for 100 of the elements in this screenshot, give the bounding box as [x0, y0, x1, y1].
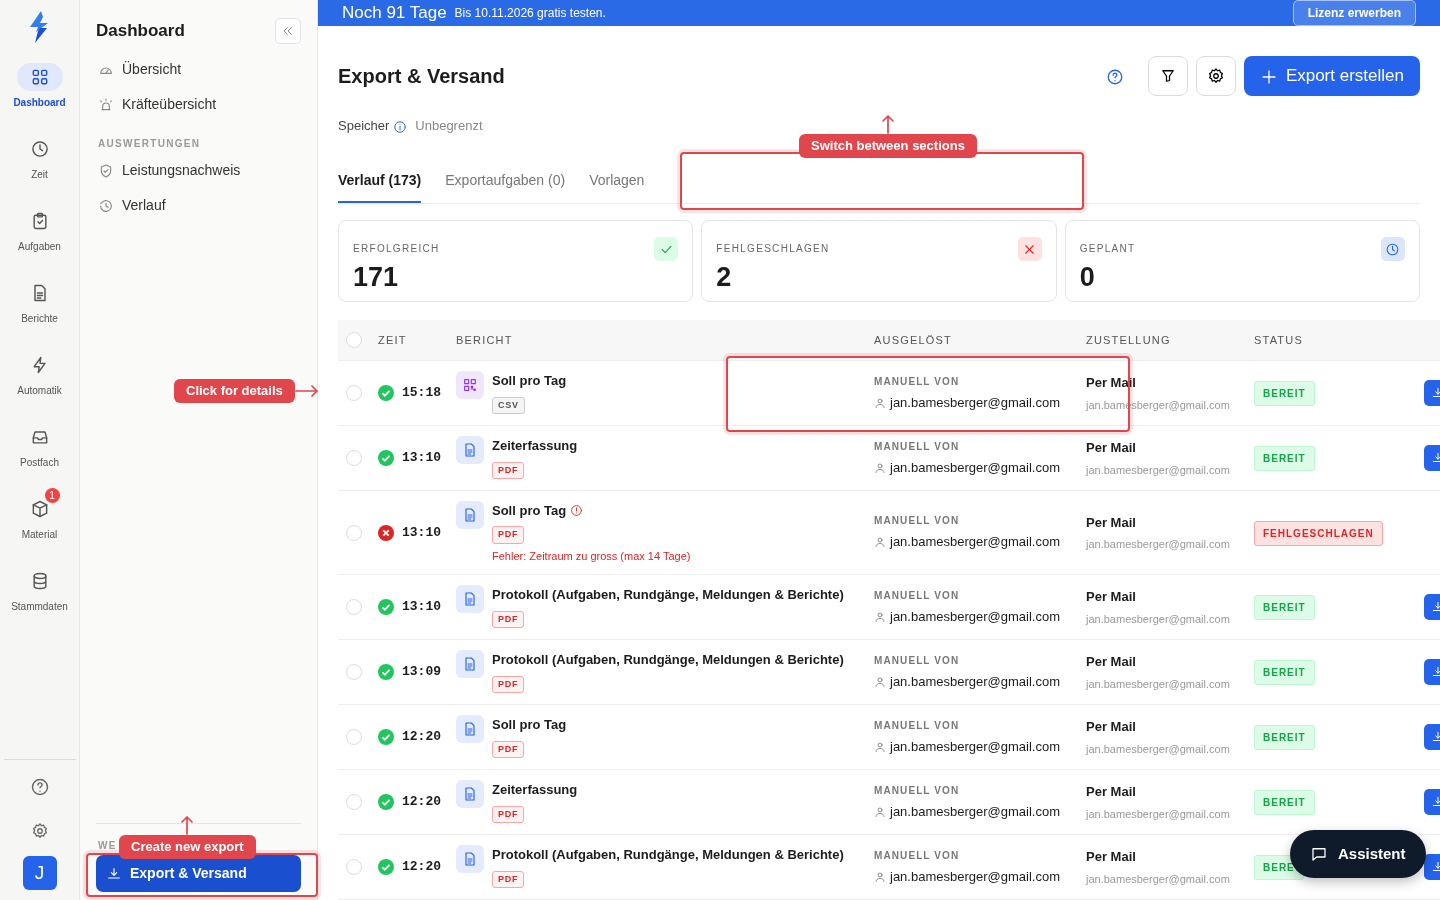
document-icon — [462, 506, 478, 523]
notification-badge: 1 — [44, 488, 60, 503]
sidebar-item[interactable]: Kräfteübersicht — [96, 87, 301, 122]
sidebar-item[interactable]: Leistungsnachweis — [96, 153, 301, 188]
trial-text: Bis 10.11.2026 gratis testen. — [454, 5, 606, 22]
document-icon — [462, 851, 478, 868]
sidebar-item[interactable]: Übersicht — [96, 52, 301, 87]
user-email: jan.bamesberger@gmail.com — [890, 607, 1060, 626]
tab[interactable]: Verlauf (173) — [338, 170, 422, 203]
delivery-address: jan.bamesberger@gmail.com — [1086, 462, 1231, 478]
format-tag: PDF — [492, 675, 525, 694]
report-name[interactable]: Zeiterfassung — [492, 780, 578, 800]
shield-icon — [98, 163, 114, 180]
user-email: jan.bamesberger@gmail.com — [890, 802, 1060, 821]
format-tag: PDF — [492, 526, 525, 544]
report-name[interactable]: Protokoll (Aufgaben, Rundgänge, Meldungen & Berichte) — [492, 585, 844, 605]
format-tag: PDF — [492, 805, 525, 824]
error-icon — [378, 524, 394, 541]
settings-button[interactable] — [1195, 56, 1236, 96]
trigger-label: MANUELL VON — [874, 374, 961, 389]
tab[interactable]: Vorlagen — [589, 170, 645, 203]
time-text: 13:10 — [402, 523, 441, 542]
success-icon — [378, 729, 394, 745]
help-icon — [29, 776, 50, 797]
success-icon — [378, 450, 394, 466]
status-badge: FEHLGESCHLAGEN — [1254, 520, 1383, 546]
column-header: AUSGELÖST — [874, 332, 954, 348]
delivery-method: Per Mail — [1086, 718, 1137, 736]
create-export-button[interactable]: Export erstellen — [1243, 56, 1420, 96]
row-checkbox[interactable] — [346, 794, 362, 810]
filter-button[interactable] — [1147, 56, 1188, 96]
user-email: jan.bamesberger@gmail.com — [890, 867, 1060, 886]
clock-icon — [29, 139, 50, 159]
person-icon — [874, 805, 886, 818]
sidebar-item[interactable]: Export & Versand — [96, 855, 301, 892]
row-checkbox[interactable] — [346, 599, 362, 615]
document-icon — [462, 786, 478, 803]
rail-item[interactable]: Material 1 — [0, 488, 80, 560]
license-button[interactable]: Lizenz erwerben — [1292, 0, 1416, 26]
user-email: jan.bamesberger@gmail.com — [890, 393, 1060, 412]
success-icon — [378, 794, 394, 810]
delivery-address: jan.bamesberger@gmail.com — [1086, 806, 1231, 822]
select-all-checkbox[interactable] — [346, 332, 362, 348]
callout-label: Create new export — [119, 835, 256, 859]
rail-item[interactable]: Zeit — [0, 128, 80, 200]
rail-item[interactable]: Stammdaten — [0, 560, 80, 632]
row-checkbox[interactable] — [346, 450, 362, 466]
status-badge: BEREIT — [1254, 660, 1315, 685]
row-checkbox[interactable] — [346, 859, 362, 875]
report-name[interactable]: Soll pro Tag — [492, 500, 567, 520]
storage-label: Speicher — [338, 117, 390, 136]
trial-title: Noch 91 Tage — [342, 2, 447, 25]
time-text: 12:20 — [402, 858, 441, 877]
column-header: ZUSTELLUNG — [1086, 332, 1172, 348]
document-icon — [462, 656, 478, 673]
delivery-address: jan.bamesberger@gmail.com — [1086, 871, 1231, 887]
trigger-label: MANUELL VON — [874, 653, 961, 668]
tab[interactable]: Exportaufgaben (0) — [445, 170, 566, 203]
report-name[interactable]: Protokoll (Aufgaben, Rundgänge, Meldungen & Berichte) — [492, 845, 844, 865]
column-header: ZEIT — [378, 332, 408, 348]
row-checkbox[interactable] — [346, 729, 362, 745]
document-icon — [462, 591, 478, 608]
error-message: Fehler: Zeitraum zu gross (max 14 Tage) — [492, 549, 691, 564]
status-badge: BEREIT — [1254, 446, 1315, 471]
stat-value: 0 — [1079, 261, 1096, 294]
delivery-method: Per Mail — [1086, 848, 1137, 866]
rail-item[interactable]: Automatik — [0, 344, 80, 416]
status-badge: BEREIT — [1254, 790, 1315, 815]
rail-item[interactable]: Postfach — [0, 416, 80, 488]
delivery-method: Per Mail — [1086, 439, 1137, 457]
stat-label: ERFOLGREICH — [353, 242, 440, 256]
report-name[interactable]: Soll pro Tag — [492, 715, 567, 735]
settings-icon — [1206, 67, 1225, 85]
report-name[interactable]: Zeiterfassung — [492, 436, 578, 456]
row-checkbox[interactable] — [346, 664, 362, 680]
trigger-label: MANUELL VON — [874, 439, 961, 454]
report-name[interactable]: Protokoll (Aufgaben, Rundgänge, Meldungen & Berichte) — [492, 650, 844, 670]
rail-item[interactable]: Berichte — [0, 272, 80, 344]
report-name[interactable]: Soll pro Tag — [492, 371, 567, 391]
delivery-method: Per Mail — [1086, 588, 1137, 606]
rail-item[interactable]: Aufgaben — [0, 200, 80, 272]
status-badge: BEREIT — [1254, 595, 1315, 620]
rail-item[interactable]: Dashboard — [0, 56, 80, 128]
info-icon — [393, 119, 408, 134]
trigger-label: MANUELL VON — [874, 514, 961, 529]
row-checkbox[interactable] — [346, 524, 362, 541]
format-tag: PDF — [492, 870, 525, 889]
sidebar-item[interactable]: Verlauf — [96, 188, 301, 223]
delivery-address: jan.bamesberger@gmail.com — [1086, 537, 1231, 552]
document-icon — [462, 442, 478, 459]
row-checkbox[interactable] — [346, 385, 362, 401]
format-tag: CSV — [492, 396, 525, 415]
section-heading: AUSWERTUNGEN — [98, 137, 202, 151]
person-icon — [874, 870, 886, 883]
person-icon — [874, 461, 886, 474]
page-title: Export & Versand — [338, 64, 505, 89]
info-icon — [570, 503, 584, 517]
time-text: 15:18 — [402, 384, 441, 403]
user-email: jan.bamesberger@gmail.com — [890, 533, 1060, 552]
user-avatar[interactable]: J — [22, 856, 57, 890]
